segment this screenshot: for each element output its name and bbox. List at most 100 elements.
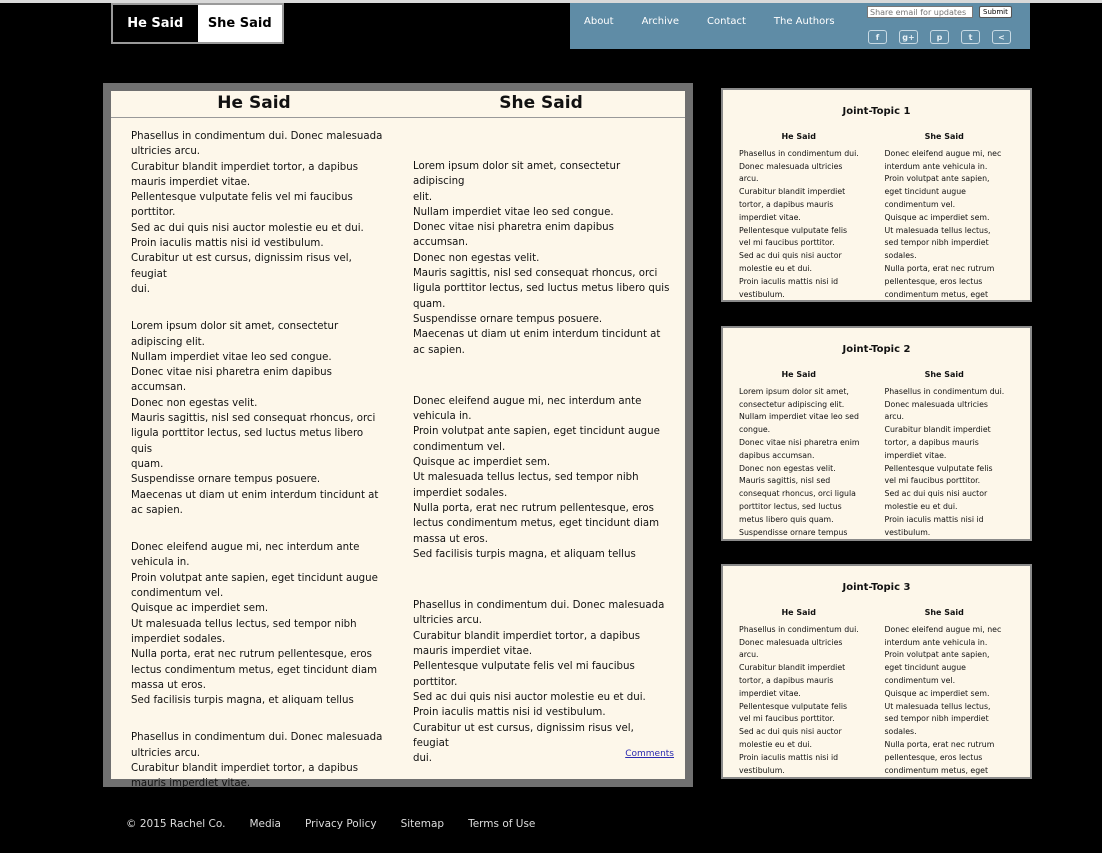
card-line: Nullam imperdiet vitae leo sed (739, 412, 859, 422)
paragraph-line: Ut malesuada tellus lectus, sed tempor n… (131, 618, 357, 630)
card-line: tortor, a dapibus mauris (884, 437, 979, 447)
joint-topic-card[interactable]: Joint-Topic 1 He Said Phasellus in condime… (721, 88, 1032, 302)
card-line: Donec malesuada ultricies (739, 637, 843, 647)
main-panel-header: He Said She Said (111, 91, 685, 118)
submit-button[interactable]: Submit (979, 6, 1012, 18)
card-line: Donec malesuada ultricies (884, 399, 988, 409)
card-line: arcu. (884, 412, 905, 422)
card-line: Proin iaculis mattis nisi id (739, 752, 839, 762)
nav-link-about[interactable]: About (584, 16, 614, 27)
paragraph-line: ultricies arcu. (131, 146, 201, 158)
paragraph-line: Nullam imperdiet vitae leo sed congue. (131, 351, 332, 363)
comments-link[interactable]: Comments (625, 749, 674, 759)
paragraph-line: Curabitur ut est cursus, dignissim risus… (413, 722, 634, 749)
card-line: arcu. (739, 174, 759, 184)
paragraph-line: Pellentesque vulputate felis vel mi fauc… (131, 192, 353, 204)
paragraph-line: ligula porttitor lectus, sed luctus metu… (413, 283, 670, 295)
paragraph: Phasellus in condimentum dui. Donec male… (131, 730, 383, 791)
paragraph-line: vehicula in. (131, 557, 190, 569)
paragraph-line: Donec non egestas velit. (131, 397, 258, 409)
card-line: condimentum vel. (884, 675, 956, 685)
card-line: porttitor lectus, sed luctus (739, 501, 842, 511)
paragraph-line: Maecenas ut diam ut enim interdum tincid… (131, 489, 379, 501)
paragraph-line: Lorem ipsum dolor sit amet, consectetur … (413, 161, 621, 188)
card-line: molestie eu et dui. (884, 501, 958, 511)
card-line: Phasellus in condimentum dui. (739, 148, 859, 158)
card-line: Pellentesque vulputate felis (739, 701, 848, 711)
paragraph-line: Phasellus in condimentum dui. Donec male… (131, 131, 383, 142)
paragraph-line: Donec vitae nisi pharetra enim dapibus a… (413, 222, 614, 249)
share-icon[interactable]: < (992, 30, 1011, 44)
card-title: Joint-Topic 1 (842, 106, 911, 117)
logo-he-said[interactable]: He Said (113, 5, 198, 42)
paragraph-line: imperdiet sodales. (413, 487, 508, 499)
paragraph-line: Mauris sagittis, nisl sed consequat rhon… (131, 413, 376, 425)
paragraph-line: Ut malesuada tellus lectus, sed tempor n… (413, 472, 639, 484)
card-title: Joint-Topic 2 (842, 344, 911, 355)
subscribe-form: Submit (867, 6, 1012, 18)
footer-link-terms-of-use[interactable]: Terms of Use (468, 818, 535, 830)
nav-link-archive[interactable]: Archive (642, 16, 679, 27)
card-line: Phasellus in condimentum dui. (884, 386, 1005, 396)
card-line: pellentesque, eros lectus (884, 276, 983, 286)
card-line: Suspendisse ornare tempus (739, 527, 848, 537)
card-line: Curabitur blandit imperdiet (739, 663, 846, 673)
paragraph-line: Sed facilisis turpis magna, et aliquam t… (413, 548, 636, 560)
card-line: tortor, a dapibus mauris (739, 199, 834, 209)
paragraph: Donec eleifend augue mi, nec interdum an… (131, 540, 383, 708)
logo-toggle[interactable]: He Said She Said (111, 3, 284, 44)
paragraph-line: mauris imperdiet vitae. (413, 646, 533, 658)
paragraph-line: Curabitur blandit imperdiet tortor, a da… (131, 161, 359, 173)
email-field[interactable] (867, 6, 973, 18)
card-column-heading: She Said (924, 132, 964, 141)
card-line: sed tempor nibh imperdiet (884, 238, 989, 248)
paragraph-line: ligula porttitor lectus, sed luctus metu… (131, 428, 364, 455)
card-line: condimentum metus, eget (884, 765, 989, 775)
card-line: tortor, a dapibus mauris (739, 675, 834, 685)
card-column-heading: He Said (781, 370, 817, 379)
pinterest-icon[interactable]: p (930, 30, 949, 44)
paragraph-line: Proin volutpat ante sapien, eget tincidu… (131, 572, 378, 584)
paragraph-line: porttitor. (131, 207, 176, 219)
card-columns: He Said Phasellus in condimentum dui. Done… (723, 131, 1030, 300)
card-line: eget tincidunt augue (884, 663, 966, 673)
facebook-icon[interactable]: f (868, 30, 887, 44)
card-line: molestie eu et dui. (739, 263, 812, 273)
nav-link-the-authors[interactable]: The Authors (774, 16, 835, 27)
paragraph-line: imperdiet sodales. (131, 633, 226, 645)
joint-topic-card[interactable]: Joint-Topic 3 He Said Phasellus in condime… (721, 564, 1032, 779)
paragraph-line: adipiscing elit. (131, 336, 205, 348)
card-line: imperdiet vitae. (739, 212, 801, 222)
footer: © 2015 Rachel Co. Media Privacy Policy S… (126, 818, 559, 830)
logo-she-said[interactable]: She Said (197, 5, 282, 42)
card-line: pellentesque, eros lectus (884, 752, 983, 762)
paragraph-line: condimentum vel. (413, 441, 506, 453)
google-plus-icon[interactable]: g+ (899, 30, 918, 44)
card-he-column: He Said Phasellus in condimentum dui. Done… (739, 131, 885, 300)
card-line: Donec eleifend augue mi, nec (884, 148, 1002, 158)
paragraph-line: lectus condimentum metus, eget tincidunt… (413, 518, 659, 530)
card-column-heading: She Said (924, 370, 964, 379)
footer-link-media[interactable]: Media (249, 818, 281, 830)
footer-link-privacy-policy[interactable]: Privacy Policy (305, 818, 377, 830)
paragraph: Lorem ipsum dolor sit amet, consectetur … (413, 159, 671, 358)
paragraph-line: Maecenas ut diam ut enim interdum tincid… (413, 329, 661, 341)
card-line: dapibus accumsan. (739, 450, 815, 460)
card-line: condimentum metus, eget (884, 289, 989, 299)
card-line: vestibulum. (739, 765, 785, 775)
twitter-icon[interactable]: t (961, 30, 980, 44)
paragraph-line: Donec eleifend augue mi, nec interdum an… (131, 542, 360, 554)
paragraph: Phasellus in condimentum dui. Donec male… (413, 598, 671, 766)
paragraph-line: Suspendisse ornare tempus posuere. (131, 474, 321, 486)
nav-link-contact[interactable]: Contact (707, 16, 746, 27)
paragraph-line: condimentum vel. (131, 588, 224, 600)
paragraph-line: Nulla porta, erat nec rutrum pellentesqu… (413, 502, 654, 514)
card-line: Donec eleifend augue mi, nec (884, 624, 1002, 634)
paragraph: Lorem ipsum dolor sit amet, consectetur a… (131, 319, 383, 518)
joint-topic-card[interactable]: Joint-Topic 2 He Said Lorem ipsum dolor si… (721, 326, 1032, 541)
card-line: Pellentesque vulputate felis (884, 463, 993, 473)
card-line: eget tincidunt augue (884, 187, 966, 197)
paragraph-line: Nulla porta, erat nec rutrum pellentesqu… (131, 649, 372, 661)
footer-link-sitemap[interactable]: Sitemap (401, 818, 445, 830)
paragraph-line: Pellentesque vulputate felis vel mi fauc… (413, 661, 635, 673)
